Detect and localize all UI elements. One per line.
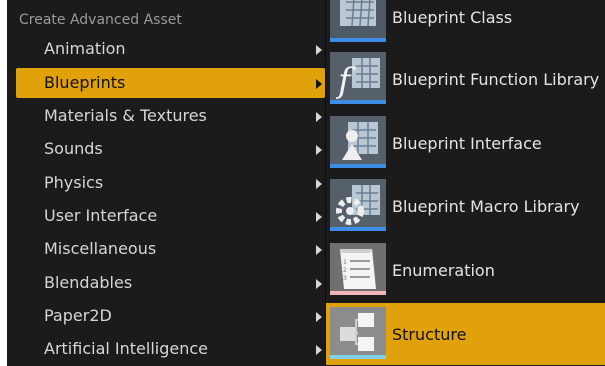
asset-label: Structure xyxy=(392,324,467,344)
asset-item-enumeration[interactable]: 1 2 3 Enumeration xyxy=(326,239,605,301)
asset-label: Blueprint Interface xyxy=(392,133,542,153)
menu-item-physics[interactable]: Physics xyxy=(16,168,325,198)
menu-item-label: Miscellaneous xyxy=(44,239,157,258)
menu-item-user-interface[interactable]: User Interface xyxy=(16,201,325,231)
menu-item-animation[interactable]: Animation xyxy=(16,34,325,64)
menu-item-artificial-intelligence[interactable]: Artificial Intelligence xyxy=(16,334,325,364)
menu-header: Create Advanced Asset xyxy=(19,12,182,28)
asset-label: Blueprint Function Library xyxy=(392,69,600,89)
menu-item-label: Paper2D xyxy=(44,306,112,325)
asset-item-blueprint-function-library[interactable]: f Blueprint Function Library xyxy=(326,48,605,110)
submenu-arrow-icon xyxy=(316,145,322,155)
svg-text:2: 2 xyxy=(343,267,347,274)
menu-item-label: Physics xyxy=(44,173,104,192)
asset-item-blueprint-macro-library[interactable]: Blueprint Macro Library xyxy=(326,175,605,237)
asset-label: Blueprint Class xyxy=(392,7,513,27)
menu-item-miscellaneous[interactable]: Miscellaneous xyxy=(16,234,325,264)
function-library-icon: f xyxy=(330,52,386,104)
asset-item-structure[interactable]: Structure xyxy=(326,303,605,365)
menu-item-materials-textures[interactable]: Materials & Textures xyxy=(16,101,325,131)
structure-icon xyxy=(330,307,386,359)
blueprints-submenu: Blueprint Class f Blueprint Function Lib… xyxy=(326,0,605,366)
submenu-arrow-icon xyxy=(316,179,322,189)
blueprint-interface-icon xyxy=(330,116,386,168)
menu-item-label: Artificial Intelligence xyxy=(44,339,208,358)
submenu-arrow-icon xyxy=(316,112,322,122)
asset-item-blueprint-class[interactable]: Blueprint Class xyxy=(326,0,605,48)
submenu-arrow-icon xyxy=(316,79,322,89)
menu-item-label: User Interface xyxy=(44,206,158,225)
submenu-arrow-icon xyxy=(316,279,322,289)
asset-item-blueprint-interface[interactable]: Blueprint Interface xyxy=(326,112,605,174)
menu-item-sounds[interactable]: Sounds xyxy=(16,134,325,164)
menu-item-label: Materials & Textures xyxy=(44,106,207,125)
svg-text:3: 3 xyxy=(343,275,347,282)
create-advanced-asset-menu: Create Advanced Asset Animation Blueprin… xyxy=(7,0,326,366)
menu-item-label: Animation xyxy=(44,39,126,58)
submenu-arrow-icon xyxy=(316,245,322,255)
svg-text:1: 1 xyxy=(343,259,347,266)
blueprint-class-icon xyxy=(330,0,386,42)
macro-library-icon xyxy=(330,179,386,231)
submenu-arrow-icon xyxy=(316,345,322,355)
asset-label: Enumeration xyxy=(392,260,495,280)
menu-item-label: Blendables xyxy=(44,273,133,292)
submenu-arrow-icon xyxy=(316,212,322,222)
enumeration-icon: 1 2 3 xyxy=(330,243,386,295)
menu-item-label: Sounds xyxy=(44,139,103,158)
menu-item-blendables[interactable]: Blendables xyxy=(16,268,325,298)
submenu-arrow-icon xyxy=(316,312,322,322)
menu-item-blueprints[interactable]: Blueprints xyxy=(16,68,325,98)
asset-label: Blueprint Macro Library xyxy=(392,196,580,216)
menu-item-paper2d[interactable]: Paper2D xyxy=(16,301,325,331)
menu-item-label: Blueprints xyxy=(44,73,126,92)
submenu-arrow-icon xyxy=(316,45,322,55)
